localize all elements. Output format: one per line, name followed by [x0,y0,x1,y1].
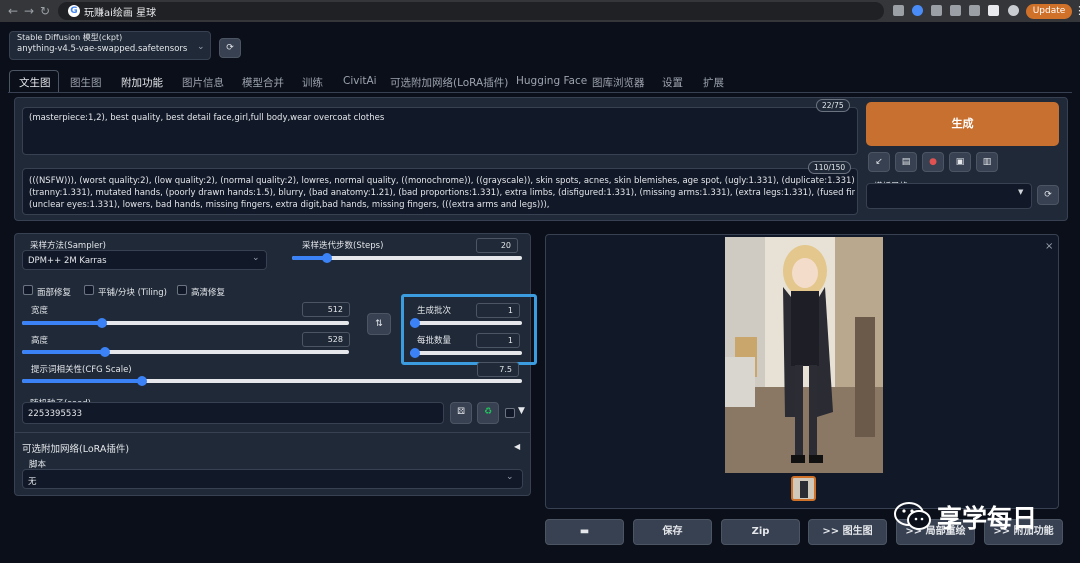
reload-icon[interactable]: ↻ [38,4,52,18]
batch-size-slider[interactable] [410,348,522,358]
script-select[interactable] [22,469,523,489]
tab-lora[interactable]: 可选附加网络(LoRA插件) [390,75,508,90]
qr-icon[interactable] [893,5,904,16]
puzzle-icon[interactable] [950,5,961,16]
tab-model-merge[interactable]: 模型合并 [242,75,284,90]
seed-value: 2253395533 [28,409,83,419]
triangle-left-icon[interactable]: ◀ [514,442,520,451]
hires-checkbox[interactable] [177,285,187,295]
script-value: 无 [28,477,37,487]
send-to-img2img-button[interactable]: >> 图生图 [808,519,887,545]
tab-extras[interactable]: 附加功能 [121,75,163,90]
wechat-icon [894,502,931,530]
steps-label: 采样迭代步数(Steps) [302,241,384,251]
cfg-input[interactable]: 7.5 [477,362,519,377]
tab-extensions[interactable]: 扩展 [703,75,724,90]
arrow-diag-icon[interactable]: ↙ [868,152,890,172]
recycle-icon[interactable]: ♻ [477,402,499,424]
model-select[interactable]: anything-v4.5-vae-swapped.safetensors [a… [17,44,187,54]
batch-count-slider[interactable] [410,318,522,328]
seed-input[interactable] [22,402,444,424]
tab-image-browser[interactable]: 图库浏览器 [592,75,645,90]
clipboard-icon[interactable]: ▣ [949,152,971,172]
positive-token-count: 22/75 [816,99,850,112]
close-icon[interactable]: × [1045,241,1053,252]
tab-huggingface[interactable]: Hugging Face [516,75,587,87]
width-input[interactable]: 512 [302,302,350,317]
steps-input[interactable]: 20 [476,238,518,253]
open-folder-button[interactable]: ▬ [545,519,624,545]
negative-token-count: 110/150 [808,161,852,174]
chevron-down-icon: ⌄ [197,42,205,52]
lora-accordion[interactable]: 可选附加网络(LoRA插件) [22,441,129,455]
width-label: 宽度 [31,306,49,316]
update-button[interactable]: Update [1026,4,1072,19]
refresh-style-button[interactable]: ⟳ [1037,185,1059,205]
save-icon[interactable]: ▥ [976,152,998,172]
address-bar[interactable] [58,2,884,20]
face-restore-checkbox[interactable] [23,285,33,295]
red-dot-icon[interactable]: ● [922,152,944,172]
tab-img2img[interactable]: 图生图 [70,75,102,90]
steps-slider[interactable] [292,253,522,263]
section-divider [14,432,531,433]
style-select[interactable] [866,183,1032,209]
tiling-checkbox[interactable] [84,285,94,295]
media-icon[interactable] [969,5,980,16]
page-title: 玩赚ai绘画 星球 [84,8,157,19]
tab-txt2img[interactable]: 文生图 [19,75,51,90]
hires-label: 高清修复 [191,288,226,298]
height-label: 高度 [31,336,49,346]
save-button[interactable]: 保存 [633,519,712,545]
tab-settings[interactable]: 设置 [662,75,683,90]
menu-icon[interactable]: ⋮ [1074,4,1080,17]
generate-button[interactable]: 生成 [866,102,1059,146]
chevron-down-icon: ⌄ [252,253,260,263]
thumbnail[interactable] [791,476,816,501]
generated-image[interactable] [725,237,883,473]
refresh-model-button[interactable]: ⟳ [219,38,241,58]
extra-seed-checkbox[interactable] [505,408,515,418]
batch-count-input[interactable]: 1 [476,303,520,318]
tab-divider [8,92,1072,93]
zip-button[interactable]: Zip [721,519,800,545]
tab-png-info[interactable]: 图片信息 [182,75,224,90]
height-slider[interactable] [22,347,349,357]
dropdown-triangle-icon: ▼ [1018,188,1024,196]
watermark-text: 享学每日 [937,504,1038,533]
swap-dimensions-button[interactable]: ⇅ [367,313,391,335]
avatar[interactable] [1008,5,1019,16]
batch-size-input[interactable]: 1 [476,333,520,348]
face-restore-label: 面部修复 [37,288,72,298]
chevron-down-icon: ⌄ [506,472,514,482]
camera-icon[interactable] [931,5,942,16]
sidebar-icon[interactable] [988,5,999,16]
google-icon: G [68,5,80,17]
width-slider[interactable] [22,318,349,328]
tab-civitai[interactable]: CivitAi [343,75,377,87]
triangle-down-icon[interactable]: ▼ [518,406,525,416]
tiling-label: 平铺/分块 (Tiling) [98,288,167,298]
tab-train[interactable]: 训练 [302,75,323,90]
folder-icon: ▬ [579,526,590,537]
batch-size-label: 每批数量 [417,336,452,346]
trash-icon[interactable]: ▤ [895,152,917,172]
cfg-slider[interactable] [22,376,522,386]
dice-icon[interactable]: ⚄ [450,402,472,424]
back-icon[interactable]: ← [6,4,20,18]
sampler-value: DPM++ 2M Karras [28,256,107,266]
model-label: Stable Diffusion 模型(ckpt) [17,33,123,42]
forward-icon[interactable]: → [22,4,36,18]
negative-prompt-line3: (unclear eyes:1.331), lowers, bad hands,… [29,200,550,210]
extension-icon[interactable] [912,5,923,16]
cfg-label: 提示词相关性(CFG Scale) [31,365,132,375]
batch-count-label: 生成批次 [417,306,452,316]
height-input[interactable]: 528 [302,332,350,347]
positive-prompt-text: (masterpiece:1,2), best quality, best de… [29,113,385,123]
